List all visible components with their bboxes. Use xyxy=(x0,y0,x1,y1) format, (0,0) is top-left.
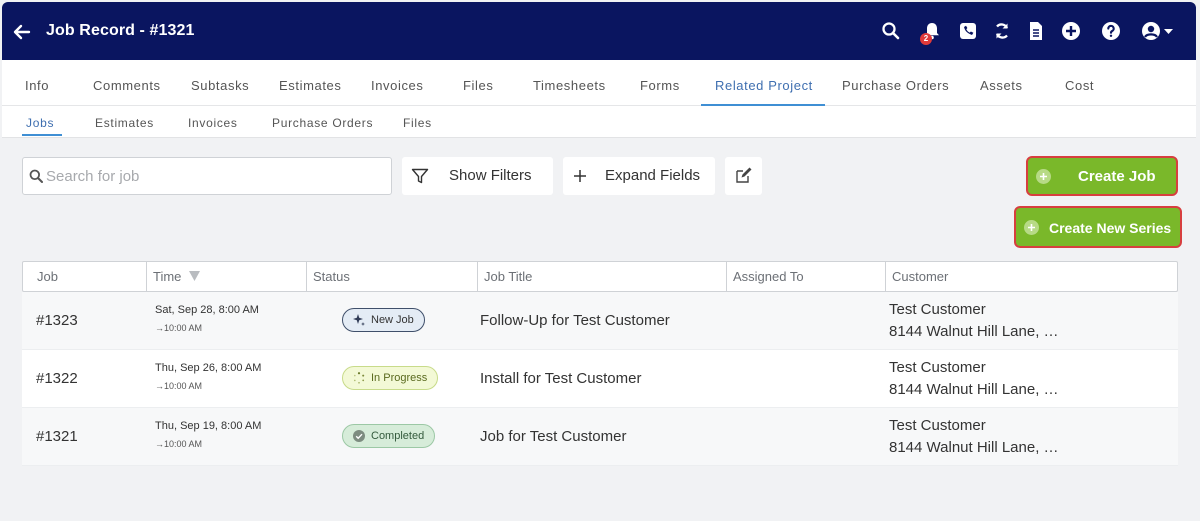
customer-address: 8144 Walnut Hill Lane, … xyxy=(889,439,1059,456)
tab-purchase-orders[interactable]: Purchase Orders xyxy=(842,78,949,93)
loading-spinner-icon xyxy=(354,372,365,384)
top-bar: Job Record - #1321 2 xyxy=(2,2,1196,60)
table-header: Job Time Status Job Title Assigned To Cu… xyxy=(22,261,1178,292)
help-icon[interactable] xyxy=(1101,21,1121,41)
customer-name: Test Customer xyxy=(889,301,986,318)
job-number[interactable]: #1322 xyxy=(36,370,78,387)
column-header-assigned-to[interactable]: Assigned To xyxy=(727,262,886,291)
tab-related-project[interactable]: Related Project xyxy=(715,78,813,93)
column-header-job-title[interactable]: Job Title xyxy=(478,262,727,291)
secondary-tabs: Jobs Estimates Invoices Purchase Orders … xyxy=(2,106,1196,138)
customer-address: 8144 Walnut Hill Lane, … xyxy=(889,381,1059,398)
customer-address: 8144 Walnut Hill Lane, … xyxy=(889,323,1059,340)
tab-assets[interactable]: Assets xyxy=(980,78,1023,93)
show-filters-label: Show Filters xyxy=(449,167,532,184)
document-icon[interactable] xyxy=(1026,21,1046,41)
tab-subtasks[interactable]: Subtasks xyxy=(191,78,249,93)
subtab-files[interactable]: Files xyxy=(403,116,432,130)
status-badge: New Job xyxy=(342,308,425,332)
sync-icon[interactable] xyxy=(992,21,1012,41)
status-badge: In Progress xyxy=(342,366,439,390)
plus-icon xyxy=(574,170,586,182)
job-start-time: Thu, Sep 26, 8:00 AM xyxy=(155,362,262,374)
add-circle-icon[interactable] xyxy=(1061,21,1081,41)
create-job-button[interactable]: Create Job xyxy=(1026,156,1178,196)
job-title: Follow-Up for Test Customer xyxy=(480,312,670,329)
back-arrow-icon[interactable] xyxy=(12,22,32,42)
column-header-time[interactable]: Time xyxy=(147,262,307,291)
add-circle-icon xyxy=(1036,169,1051,184)
show-filters-button[interactable]: Show Filters xyxy=(402,157,553,195)
tab-estimates[interactable]: Estimates xyxy=(279,78,341,93)
tab-cost[interactable]: Cost xyxy=(1065,78,1094,93)
primary-tabs: Info Comments Subtasks Estimates Invoice… xyxy=(2,60,1196,106)
expand-fields-label: Expand Fields xyxy=(605,167,701,184)
column-header-status[interactable]: Status xyxy=(307,262,478,291)
job-title: Install for Test Customer xyxy=(480,370,642,387)
sort-desc-icon[interactable] xyxy=(189,271,201,281)
create-new-series-button[interactable]: Create New Series xyxy=(1014,206,1182,248)
search-icon xyxy=(29,169,43,183)
create-job-label: Create Job xyxy=(1078,168,1156,185)
job-start-time: Thu, Sep 19, 8:00 AM xyxy=(155,420,262,432)
job-end-time: →10:00 AM xyxy=(155,323,203,333)
page-title: Job Record - #1321 xyxy=(46,22,195,39)
job-end-time: →10:00 AM xyxy=(155,439,203,449)
subtab-estimates[interactable]: Estimates xyxy=(95,116,154,130)
column-header-time-label: Time xyxy=(153,269,182,284)
job-search-box xyxy=(22,157,392,195)
job-end-time: →10:00 AM xyxy=(155,381,203,391)
edit-icon xyxy=(736,167,752,183)
job-number[interactable]: #1323 xyxy=(36,312,78,329)
expand-fields-button[interactable]: Expand Fields xyxy=(563,157,715,195)
customer-name: Test Customer xyxy=(889,359,986,376)
status-text: Completed xyxy=(371,430,425,442)
edit-button[interactable] xyxy=(725,157,762,195)
notification-badge: 2 xyxy=(920,33,932,45)
status-badge: Completed xyxy=(342,424,436,448)
tab-info[interactable]: Info xyxy=(25,78,49,93)
job-number[interactable]: #1321 xyxy=(36,428,78,445)
app-frame: Job Record - #1321 2 Info Comments Subta… xyxy=(2,2,1196,519)
status-text: New Job xyxy=(371,314,414,326)
job-start-time: Sat, Sep 28, 8:00 AM xyxy=(155,304,259,316)
subtab-invoices[interactable]: Invoices xyxy=(188,116,238,130)
account-menu-icon[interactable] xyxy=(1141,21,1177,41)
column-header-job[interactable]: Job xyxy=(31,262,147,291)
status-text: In Progress xyxy=(371,372,428,384)
jobs-table: Job Time Status Job Title Assigned To Cu… xyxy=(22,261,1178,466)
tab-files[interactable]: Files xyxy=(463,78,493,93)
subtab-jobs[interactable]: Jobs xyxy=(26,116,54,130)
customer-name: Test Customer xyxy=(889,417,986,434)
tab-timesheets[interactable]: Timesheets xyxy=(533,78,606,93)
job-title: Job for Test Customer xyxy=(480,428,627,445)
check-circle-icon xyxy=(353,430,365,442)
filter-icon xyxy=(411,168,429,184)
create-new-series-label: Create New Series xyxy=(1049,220,1172,236)
subtab-purchase-orders[interactable]: Purchase Orders xyxy=(272,116,373,130)
column-header-customer[interactable]: Customer xyxy=(886,262,1176,291)
active-subtab-indicator xyxy=(22,134,62,136)
tab-invoices[interactable]: Invoices xyxy=(371,78,424,93)
add-circle-icon xyxy=(1024,220,1039,235)
table-row[interactable]: #1321 Thu, Sep 19, 8:00 AM →10:00 AM Com… xyxy=(22,408,1178,466)
search-icon[interactable] xyxy=(881,21,901,41)
table-row[interactable]: #1322 Thu, Sep 26, 8:00 AM →10:00 AM In … xyxy=(22,350,1178,408)
table-row[interactable]: #1323 Sat, Sep 28, 8:00 AM →10:00 AM New… xyxy=(22,292,1178,350)
phone-icon[interactable] xyxy=(958,21,978,41)
search-input[interactable] xyxy=(46,166,376,186)
tab-comments[interactable]: Comments xyxy=(93,78,161,93)
tab-forms[interactable]: Forms xyxy=(640,78,680,93)
sparkle-icon xyxy=(353,314,365,326)
